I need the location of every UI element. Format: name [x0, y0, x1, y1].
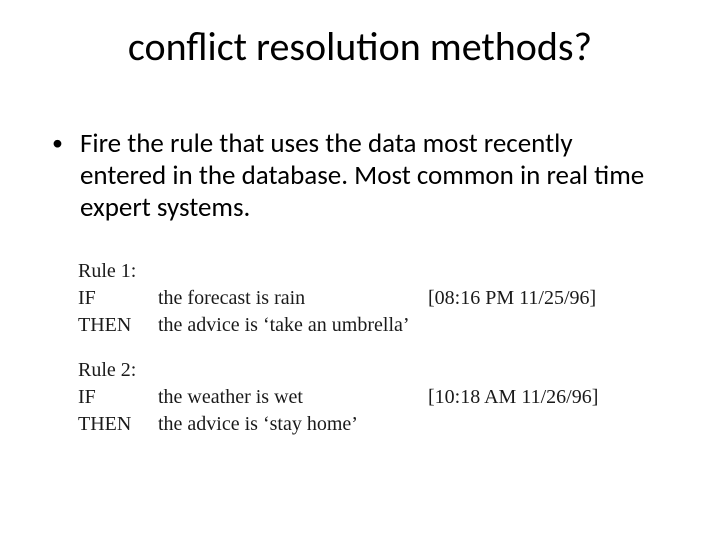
if-condition: the weather is wet	[158, 384, 428, 411]
slide: conflict resolution methods? • Fire the …	[0, 0, 720, 540]
bullet-dot: •	[52, 128, 63, 159]
rules-section: Rule 1: IFthe forecast is rain[08:16 PM …	[78, 258, 598, 456]
rule-then-row: THENthe advice is ‘stay home’	[78, 411, 598, 438]
if-keyword: IF	[78, 384, 158, 411]
rule-block: Rule 2: IFthe weather is wet[10:18 AM 11…	[78, 357, 598, 438]
if-timestamp: [10:18 AM 11/26/96]	[428, 384, 598, 411]
slide-title: conflict resolution methods?	[0, 22, 720, 71]
then-condition: the advice is ‘stay home’	[158, 411, 428, 438]
rule-if-row: IFthe weather is wet[10:18 AM 11/26/96]	[78, 384, 598, 411]
rule-label: Rule 1:	[78, 258, 598, 285]
then-keyword: THEN	[78, 312, 158, 339]
rule-if-row: IFthe forecast is rain[08:16 PM 11/25/96…	[78, 285, 598, 312]
rule-block: Rule 1: IFthe forecast is rain[08:16 PM …	[78, 258, 598, 339]
then-condition: the advice is ‘take an umbrella’	[158, 312, 428, 339]
if-keyword: IF	[78, 285, 158, 312]
bullet-text: Fire the rule that uses the data most re…	[80, 128, 660, 224]
if-condition: the forecast is rain	[158, 285, 428, 312]
rule-label: Rule 2:	[78, 357, 598, 384]
rule-then-row: THENthe advice is ‘take an umbrella’	[78, 312, 598, 339]
bullet-item: • Fire the rule that uses the data most …	[52, 128, 660, 224]
then-keyword: THEN	[78, 411, 158, 438]
if-timestamp: [08:16 PM 11/25/96]	[428, 285, 596, 312]
